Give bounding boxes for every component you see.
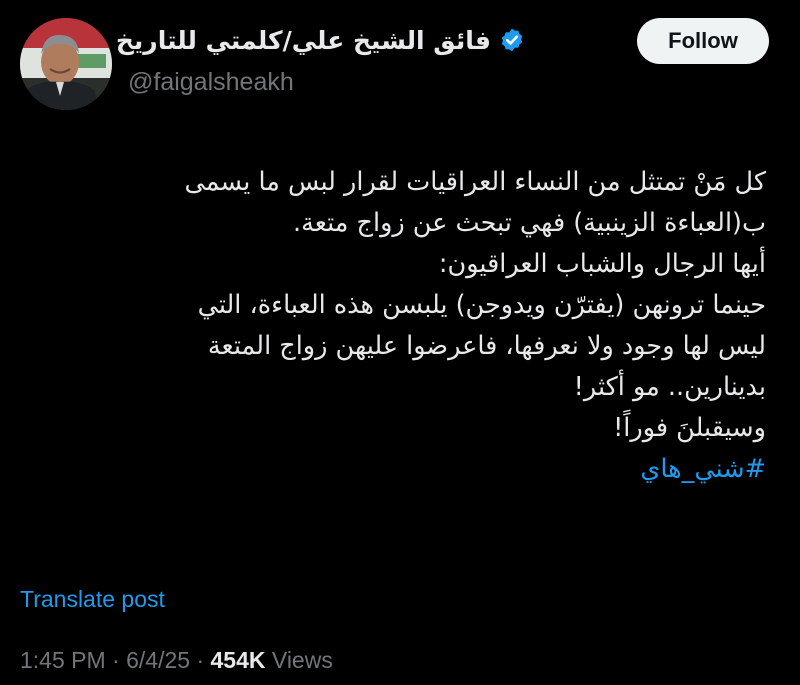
tweet-header: فائق الشيخ علي/كلمتي للتاريخ @faigalshea… bbox=[0, 0, 800, 120]
tweet-line: أيها الرجال والشباب العراقيون: bbox=[438, 249, 766, 279]
display-name-row: فائق الشيخ علي/كلمتي للتاريخ bbox=[116, 20, 525, 60]
tweet-date[interactable]: 6/4/25 bbox=[126, 647, 190, 673]
hashtag-link[interactable]: #شني_هاي bbox=[26, 449, 766, 490]
avatar-photo bbox=[20, 18, 112, 110]
verified-badge-icon bbox=[501, 28, 523, 52]
tweet-time[interactable]: 1:45 PM bbox=[20, 647, 106, 673]
tweet-line: وسيقبلنَ فوراً! bbox=[613, 413, 766, 443]
tweet-line: ليس لها وجود ولا نعرفها، فاعرضوا عليهن ز… bbox=[207, 331, 766, 361]
views-label: Views bbox=[271, 647, 333, 673]
tweet-line: حينما ترونهن (يفترّن ويدوجن) يلبسن هذه ا… bbox=[197, 290, 766, 320]
follow-button[interactable]: Follow bbox=[637, 18, 769, 64]
tweet-text: كل مَنْ تمتثل من النساء العراقيات لقرار … bbox=[26, 162, 767, 490]
display-name[interactable]: فائق الشيخ علي/كلمتي للتاريخ bbox=[116, 26, 491, 55]
user-handle[interactable]: @faigalsheakh bbox=[128, 68, 294, 97]
tweet-line: كل مَنْ تمتثل من النساء العراقيات لقرار … bbox=[184, 167, 767, 197]
meta-separator: · bbox=[196, 647, 205, 673]
translate-post-link[interactable]: Translate post bbox=[20, 586, 165, 613]
avatar[interactable] bbox=[20, 18, 112, 110]
views-count[interactable]: 454K bbox=[211, 647, 266, 673]
tweet-meta: 1:45 PM · 6/4/25 · 454K Views bbox=[20, 647, 333, 674]
tweet-line: بدينارين.. مو أكثر! bbox=[573, 372, 766, 402]
meta-separator: · bbox=[112, 647, 120, 673]
tweet-line: ب(العباءة الزينبية) فهي تبحث عن زواج متع… bbox=[292, 208, 766, 238]
